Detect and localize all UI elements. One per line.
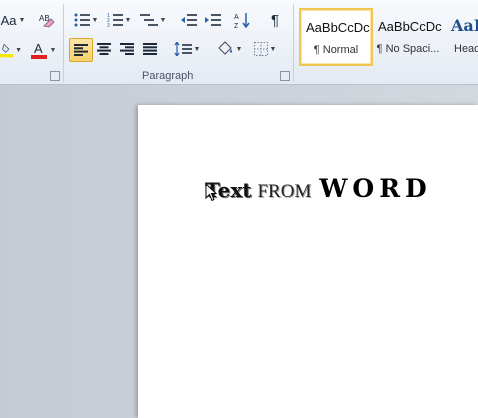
style-sample: AaBbCcDc bbox=[306, 20, 370, 35]
word-from: FROM bbox=[257, 181, 312, 202]
font-color-button[interactable]: A ▼ bbox=[28, 40, 58, 60]
svg-text:A: A bbox=[34, 41, 43, 56]
pilcrow-icon: ¶ bbox=[270, 11, 280, 29]
highlighter-icon bbox=[0, 43, 14, 58]
bullets-icon bbox=[74, 13, 90, 27]
clear-formatting-icon: AB bbox=[39, 14, 55, 28]
line-spacing-button[interactable]: ▼ bbox=[172, 39, 202, 59]
paragraph-group-label: Paragraph bbox=[142, 70, 194, 82]
align-center-button[interactable] bbox=[94, 39, 114, 59]
mouse-pointer-icon bbox=[205, 183, 217, 202]
document-text-line[interactable]: Text FROM WORD bbox=[205, 174, 432, 203]
style-normal-tile[interactable]: AaBbCcDc ¶ Normal bbox=[299, 8, 373, 66]
sort-button[interactable]: A Z bbox=[232, 10, 254, 30]
justify-icon bbox=[143, 43, 157, 55]
svg-text:Z: Z bbox=[234, 23, 239, 29]
borders-button[interactable]: ▼ bbox=[250, 39, 280, 59]
justify-button[interactable] bbox=[140, 39, 160, 59]
numbering-button[interactable]: 1 2 3 ▼ bbox=[104, 10, 134, 30]
svg-text:A: A bbox=[234, 14, 239, 21]
group-separator bbox=[293, 4, 294, 82]
change-case-button[interactable]: Aa ▼ bbox=[0, 10, 26, 30]
style-name: ¶ No Spaci... bbox=[376, 43, 440, 55]
style-name: ¶ Normal bbox=[313, 44, 359, 56]
increase-indent-icon bbox=[205, 14, 221, 26]
decrease-indent-button[interactable] bbox=[178, 10, 200, 30]
svg-text:3: 3 bbox=[107, 23, 110, 27]
align-right-button[interactable] bbox=[117, 39, 137, 59]
sort-az-icon: A Z bbox=[234, 13, 250, 29]
borders-icon bbox=[253, 42, 268, 56]
font-dialog-launcher[interactable] bbox=[50, 71, 60, 81]
font-color-swatch bbox=[30, 55, 47, 59]
group-separator bbox=[63, 4, 64, 82]
style-sample: AaB bbox=[451, 16, 478, 35]
show-formatting-marks-button[interactable]: ¶ bbox=[264, 10, 286, 30]
highlight-color-swatch bbox=[0, 54, 14, 58]
clear-formatting-button[interactable]: AB bbox=[36, 10, 58, 30]
multilevel-list-icon bbox=[139, 14, 158, 26]
decrease-indent-icon bbox=[181, 14, 197, 26]
style-sample: AaBbCcDc bbox=[378, 19, 442, 34]
align-left-icon bbox=[74, 44, 88, 56]
numbering-icon: 1 2 3 bbox=[107, 13, 123, 27]
shading-button[interactable]: ▼ bbox=[214, 39, 244, 59]
document-page[interactable] bbox=[138, 105, 478, 418]
style-name: Head bbox=[454, 43, 478, 55]
font-color-icon: A bbox=[30, 41, 47, 59]
line-spacing-icon bbox=[174, 42, 192, 56]
word-word: WORD bbox=[319, 174, 432, 203]
increase-indent-button[interactable] bbox=[202, 10, 224, 30]
text-highlight-button[interactable]: ▼ bbox=[0, 40, 22, 60]
style-no-spacing-tile[interactable]: AaBbCcDc ¶ No Spaci... bbox=[372, 8, 444, 64]
style-heading-tile[interactable]: AaB Head bbox=[445, 8, 478, 64]
align-right-icon bbox=[120, 43, 134, 55]
align-center-icon bbox=[97, 43, 111, 55]
bullets-button[interactable]: ▼ bbox=[72, 10, 100, 30]
ribbon: Aa ▼ AB ▼ A ▼ ▼ 1 2 3 ▼ ▼ A Z ¶ ▼ ▼ ▼ Pa… bbox=[0, 0, 478, 85]
paragraph-dialog-launcher[interactable] bbox=[280, 71, 290, 81]
paint-bucket-icon bbox=[217, 41, 232, 55]
change-case-label: Aa bbox=[0, 12, 17, 28]
align-left-button[interactable] bbox=[69, 38, 93, 62]
multilevel-list-button[interactable]: ▼ bbox=[138, 10, 168, 30]
